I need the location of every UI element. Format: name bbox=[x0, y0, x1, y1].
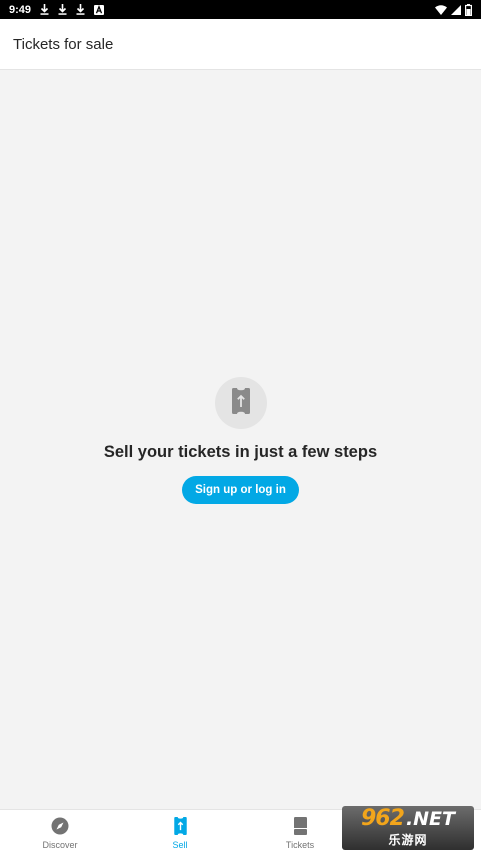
download-icon bbox=[76, 4, 85, 15]
status-bar: 9:49 bbox=[0, 0, 481, 19]
page-title: Tickets for sale bbox=[13, 35, 114, 53]
nav-item-sell[interactable]: Sell bbox=[120, 810, 240, 855]
nav-label-tickets: Tickets bbox=[285, 840, 315, 850]
wifi-icon bbox=[435, 4, 447, 15]
download-icon bbox=[40, 4, 49, 15]
watermark-logo: 962 .NET 乐游网 bbox=[342, 806, 474, 850]
nav-item-discover[interactable]: Discover bbox=[0, 810, 120, 855]
status-time: 9:49 bbox=[9, 3, 32, 16]
ticket-icon bbox=[293, 817, 307, 837]
app-bar: Tickets for sale bbox=[0, 19, 481, 70]
nav-label-discover: Discover bbox=[42, 840, 78, 850]
sign-up-or-log-in-button[interactable]: Sign up or log in bbox=[182, 476, 299, 504]
watermark-subtitle: 乐游网 bbox=[388, 833, 428, 847]
empty-state-icon-circle bbox=[214, 377, 267, 429]
ticket-upload-icon bbox=[173, 817, 187, 837]
battery-icon bbox=[465, 3, 472, 16]
download-icon bbox=[58, 4, 67, 15]
watermark-main: 962 .NET bbox=[361, 808, 455, 830]
screen: 9:49 Tickets for sale Sell your tickets … bbox=[0, 0, 481, 855]
signal-icon bbox=[451, 4, 461, 15]
compass-icon bbox=[51, 817, 69, 837]
ticket-upload-icon bbox=[231, 387, 250, 419]
watermark-number: 962 bbox=[361, 806, 405, 831]
watermark-suffix: .NET bbox=[405, 808, 455, 830]
empty-state-heading: Sell your tickets in just a few steps bbox=[103, 443, 378, 461]
a-box-icon bbox=[94, 4, 105, 15]
empty-state: Sell your tickets in just a few steps Si… bbox=[0, 377, 481, 504]
nav-label-sell: Sell bbox=[172, 840, 188, 850]
